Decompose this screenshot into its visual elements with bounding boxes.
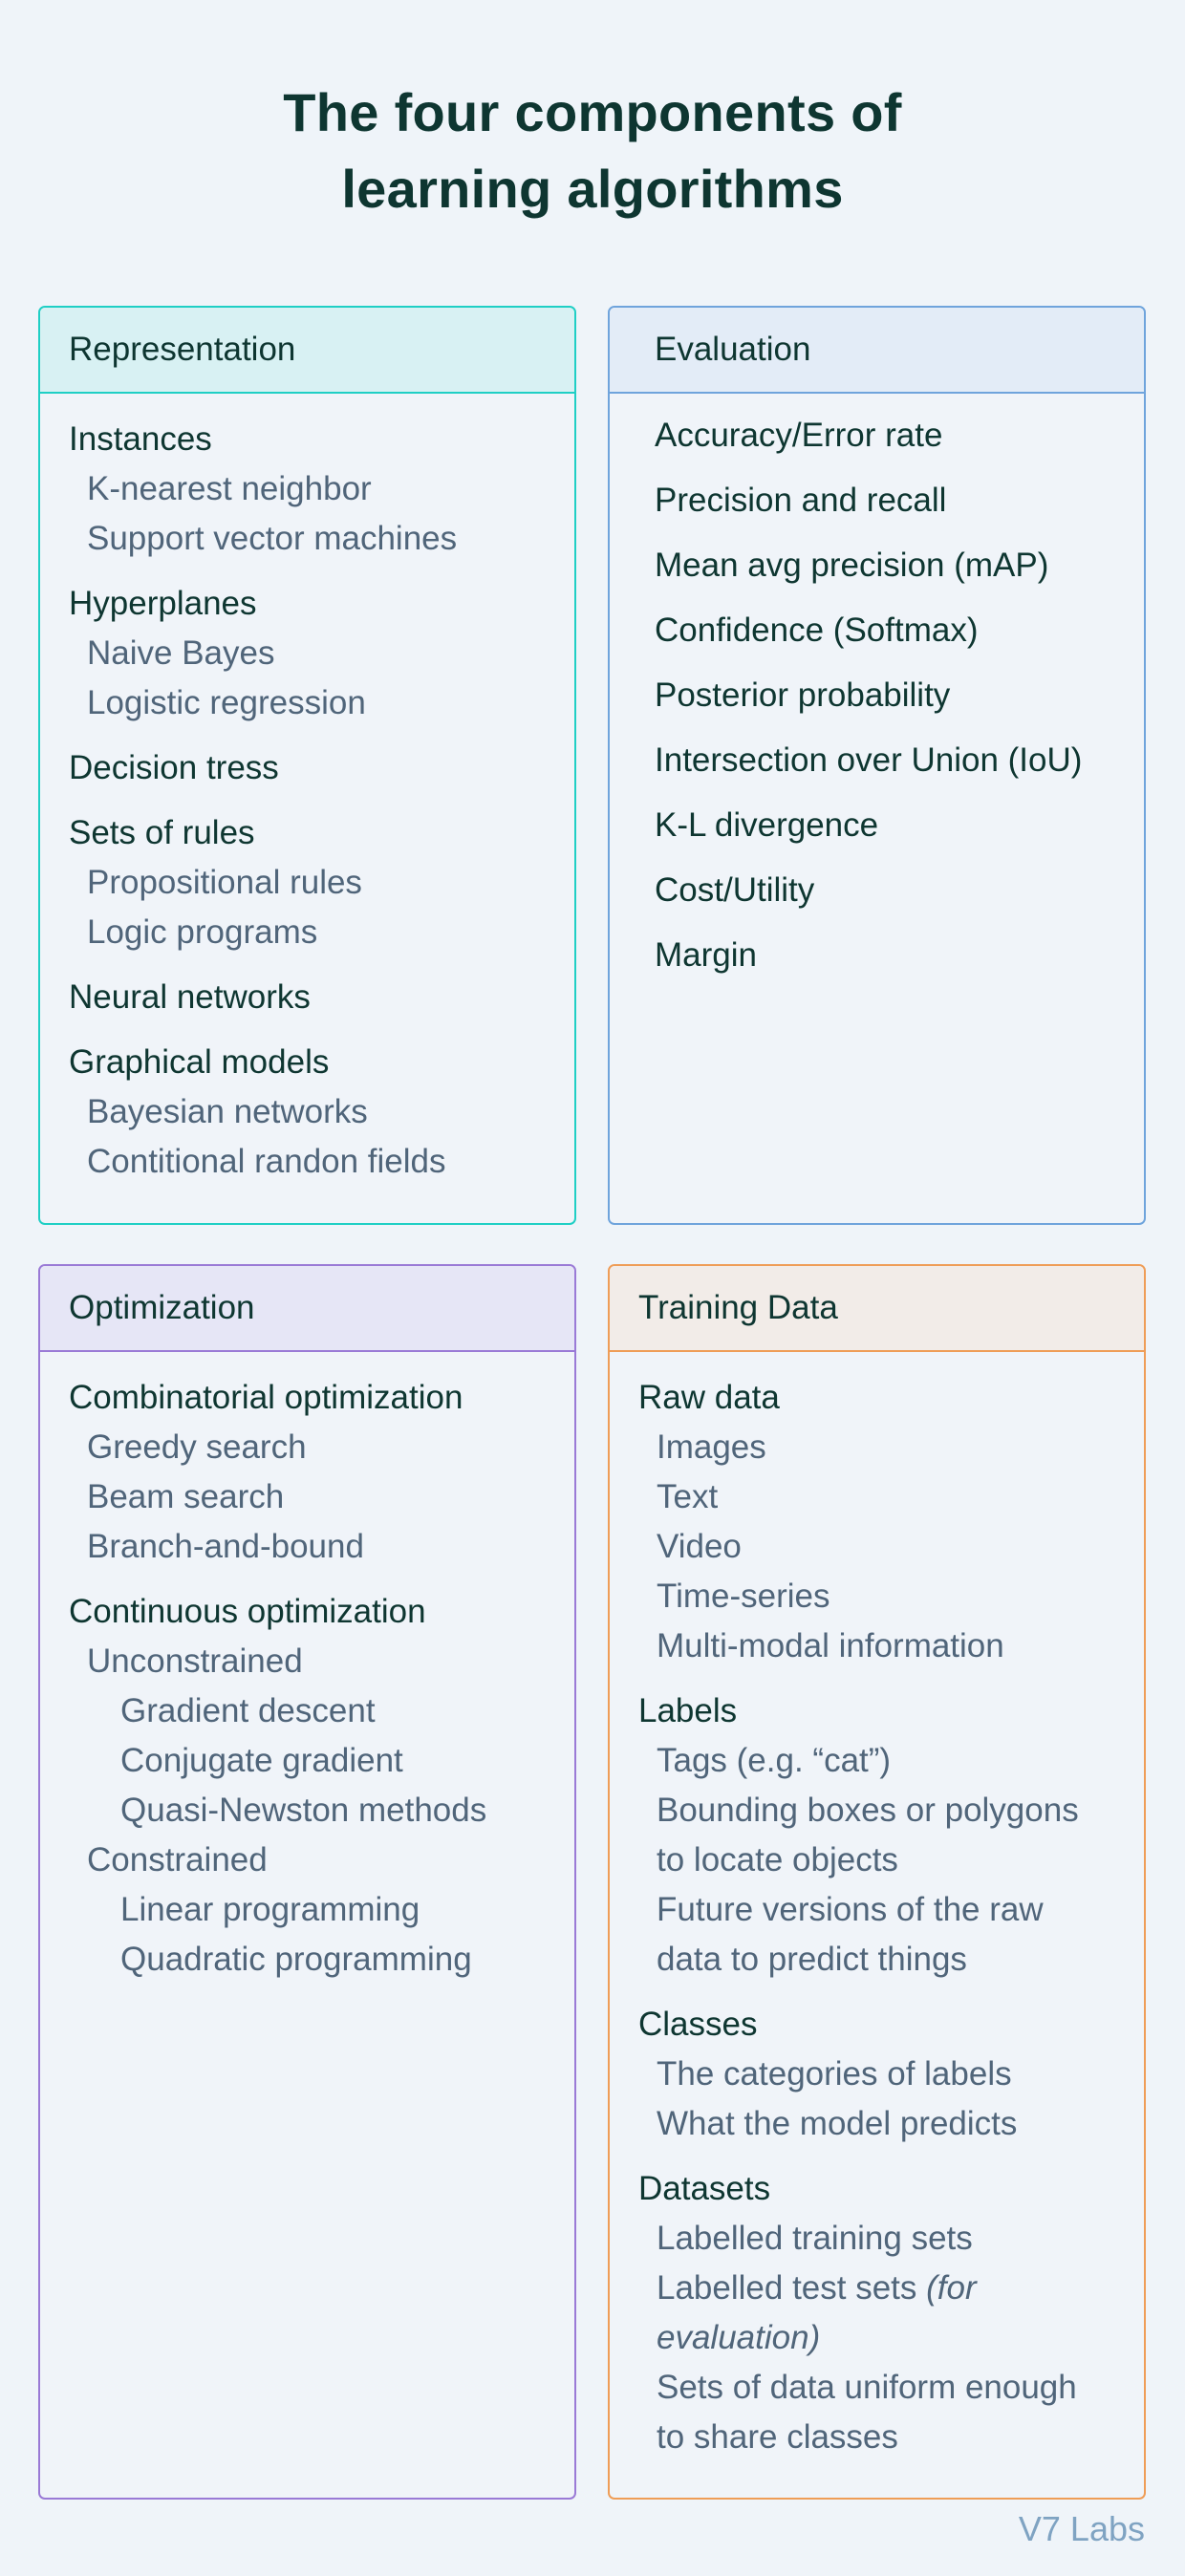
list-group: Datasets Labelled training sets Labelled… xyxy=(638,2164,1144,2462)
list-item: Greedy search xyxy=(87,1428,307,1466)
list-item: Future versions of the raw xyxy=(657,1891,1044,1928)
list-item: Logic programs xyxy=(87,913,318,951)
list-item: Sets of data uniform enough xyxy=(657,2369,1077,2406)
group-label: Combinatorial optimization xyxy=(69,1379,463,1416)
list-item: Labelled test sets (for xyxy=(638,2264,1144,2313)
list-group: Neural networks xyxy=(69,973,574,1022)
card-body: Raw data Images Text Video Time-series M… xyxy=(610,1352,1144,2462)
group-label: Sets of rules xyxy=(69,814,255,851)
evaluation-card: Evaluation Accuracy/Error rate Precision… xyxy=(608,306,1146,1225)
list-group: Classes The categories of labels What th… xyxy=(638,2000,1144,2149)
list-item: Tags (e.g. “cat”) xyxy=(657,1742,892,1779)
card-body: Accuracy/Error rate Precision and recall… xyxy=(610,394,1144,988)
list-group: Sets of rules Propositional rules Logic … xyxy=(69,808,574,957)
list-item: Bounding boxes or polygons xyxy=(657,1792,1079,1829)
list-item: Linear programming xyxy=(120,1891,420,1928)
title-line-1: The four components of xyxy=(283,82,902,142)
subgroup-label: Unconstrained xyxy=(87,1642,303,1680)
group-label: Labels xyxy=(638,1692,738,1729)
list-item: Support vector machines xyxy=(87,520,458,557)
card-body: Combinatorial optimization Greedy search… xyxy=(40,1352,574,1985)
subgroup-label: Constrained xyxy=(87,1841,268,1878)
list-item: Logistic regression xyxy=(87,684,366,721)
list-group: Raw data Images Text Video Time-series M… xyxy=(638,1373,1144,1671)
list-item: What the model predicts xyxy=(657,2105,1018,2142)
group-label: Hyperplanes xyxy=(69,585,257,622)
page-title: The four components of learning algorith… xyxy=(0,75,1185,227)
list-group: Hyperplanes Naive Bayes Logistic regress… xyxy=(69,579,574,728)
list-item: Quasi-Newston methods xyxy=(120,1792,487,1829)
group-label: Instances xyxy=(69,420,212,458)
brand-footer: V7 Labs xyxy=(1018,2509,1145,2548)
list-group: Combinatorial optimization Greedy search… xyxy=(69,1373,574,1572)
list-item-italic: (for xyxy=(926,2269,977,2307)
list-item: The categories of labels xyxy=(657,2055,1012,2093)
list-item: K-L divergence xyxy=(655,806,879,844)
list-group: Continuous optimization Unconstrained Gr… xyxy=(69,1587,574,1985)
list-item: to share classes xyxy=(657,2418,898,2456)
list-item: Branch-and-bound xyxy=(87,1528,364,1565)
list-item: Propositional rules xyxy=(87,864,362,901)
group-label: Graphical models xyxy=(69,1043,330,1081)
list-item: Accuracy/Error rate xyxy=(655,417,943,454)
group-label: Decision tress xyxy=(69,749,279,786)
list-item: Beam search xyxy=(87,1478,285,1515)
list-item: K-nearest neighbor xyxy=(87,470,372,507)
list-item: Confidence (Softmax) xyxy=(655,612,979,649)
list-item-italic: evaluation) xyxy=(657,2319,821,2356)
group-label: Classes xyxy=(638,2006,758,2043)
card-header: Training Data xyxy=(610,1266,1144,1352)
list-item: Labelled training sets xyxy=(657,2220,973,2257)
training-data-card: Training Data Raw data Images Text Video… xyxy=(608,1264,1146,2500)
group-label: Neural networks xyxy=(69,978,311,1016)
list-item: Images xyxy=(657,1428,766,1466)
list-item: Multi-modal information xyxy=(657,1627,1004,1664)
list-item: Contitional randon fields xyxy=(87,1143,446,1180)
card-header: Optimization xyxy=(40,1266,574,1352)
list-item: Naive Bayes xyxy=(87,634,275,672)
list-item: Text xyxy=(657,1478,719,1515)
list-item: Quadratic programming xyxy=(120,1941,472,1978)
list-group: Instances K-nearest neighbor Support vec… xyxy=(69,415,574,564)
card-body: Instances K-nearest neighbor Support vec… xyxy=(40,394,574,1187)
group-label: Raw data xyxy=(638,1379,780,1416)
list-item-text: Labelled test sets xyxy=(657,2269,927,2307)
list-item: Gradient descent xyxy=(120,1692,376,1729)
card-header: Representation xyxy=(40,308,574,394)
list-item: Mean avg precision (mAP) xyxy=(655,547,1049,584)
list-item: Precision and recall xyxy=(655,482,947,519)
optimization-card: Optimization Combinatorial optimization … xyxy=(38,1264,576,2500)
list-item: to locate objects xyxy=(657,1841,898,1878)
group-label: Datasets xyxy=(638,2170,771,2207)
list-group: Labels Tags (e.g. “cat”) Bounding boxes … xyxy=(638,1686,1144,1985)
list-item: Bayesian networks xyxy=(87,1093,368,1130)
list-group: Decision tress xyxy=(69,743,574,793)
list-item: Intersection over Union (IoU) xyxy=(655,741,1083,779)
card-header: Evaluation xyxy=(610,308,1144,394)
title-line-2: learning algorithms xyxy=(341,159,844,219)
list-item: Conjugate gradient xyxy=(120,1742,403,1779)
list-item: Cost/Utility xyxy=(655,871,815,909)
list-item: Posterior probability xyxy=(655,676,951,714)
representation-card: Representation Instances K-nearest neigh… xyxy=(38,306,576,1225)
group-label: Continuous optimization xyxy=(69,1593,426,1630)
list-item: data to predict things xyxy=(657,1941,967,1978)
list-item: Video xyxy=(657,1528,742,1565)
list-item: Margin xyxy=(655,936,757,974)
list-item: Time-series xyxy=(657,1578,830,1615)
list-group: Graphical models Bayesian networks Conti… xyxy=(69,1038,574,1187)
